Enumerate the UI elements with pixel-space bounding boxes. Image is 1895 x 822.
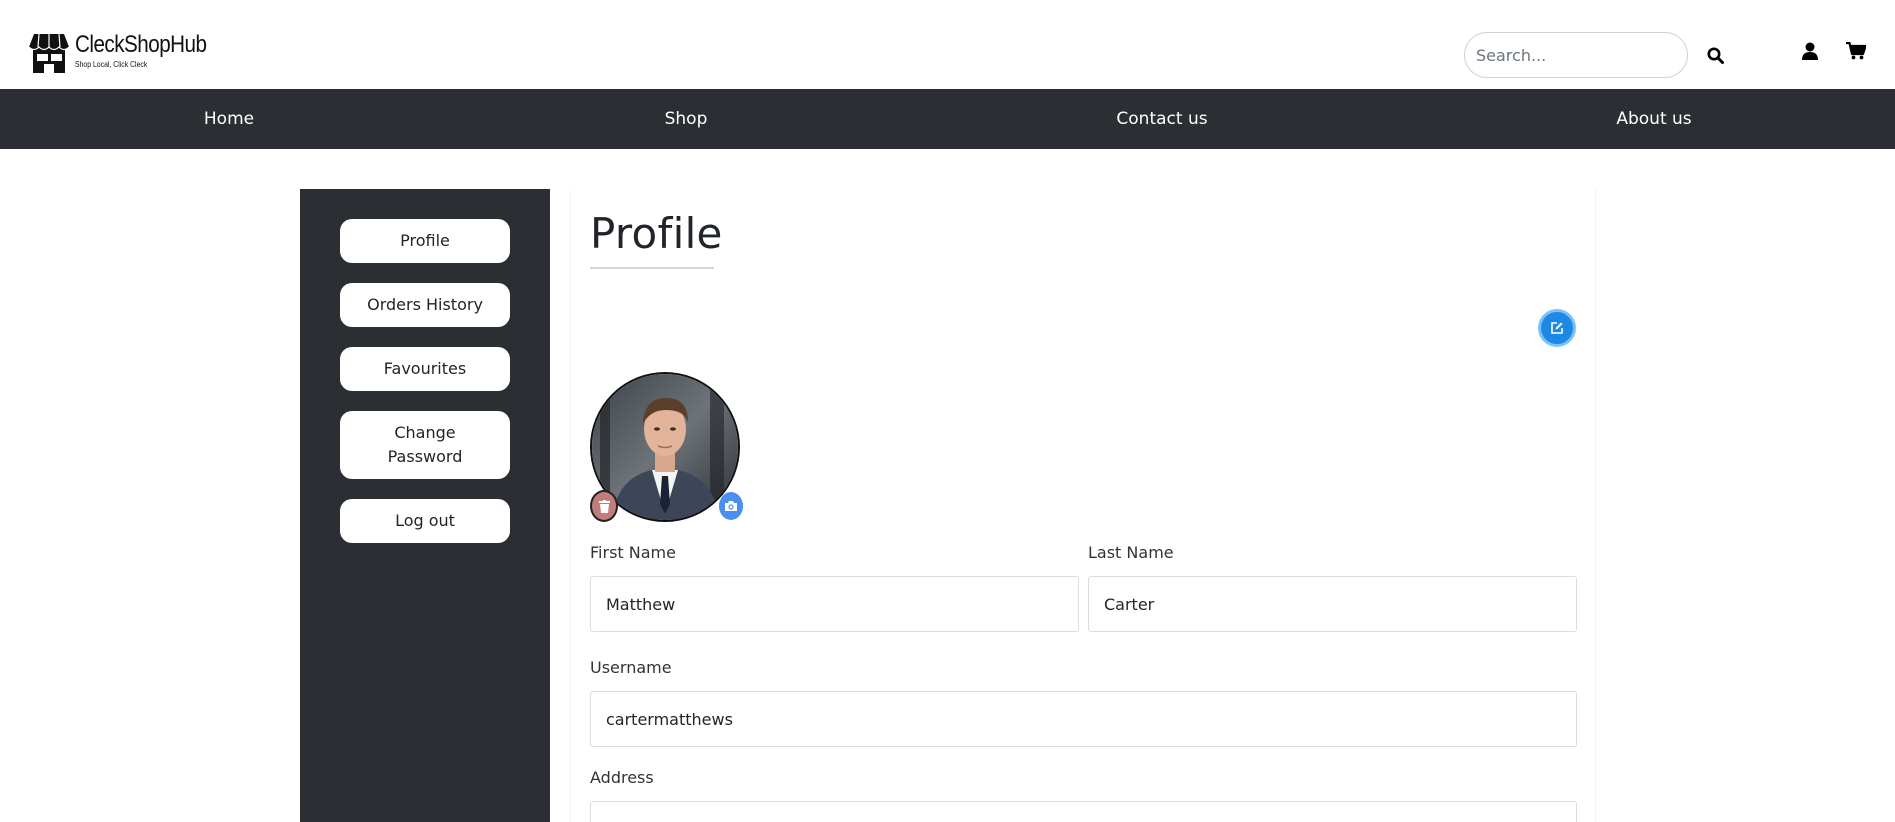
sidebar-item-log-out[interactable]: Log out [340, 499, 510, 543]
nav-contact-us[interactable]: Contact us [1116, 89, 1207, 149]
nav-shop[interactable]: Shop [665, 89, 708, 149]
cart-icon[interactable] [1845, 41, 1867, 61]
address-field[interactable] [590, 801, 1577, 822]
last-name-field[interactable] [1088, 576, 1577, 632]
sidebar-item-favourites[interactable]: Favourites [340, 347, 510, 391]
brand-tagline: Shop Local, Click Cleck [75, 60, 148, 69]
address-label: Address [590, 768, 654, 787]
username-field[interactable] [590, 691, 1577, 747]
first-name-label: First Name [590, 543, 676, 562]
search-input[interactable] [1464, 32, 1688, 78]
nav-home[interactable]: Home [204, 89, 254, 149]
first-name-field[interactable] [590, 576, 1079, 632]
brand-name: CleckShopHub [75, 31, 207, 58]
change-photo-button[interactable] [719, 492, 743, 520]
sidebar-item-change-password[interactable]: Change Password [340, 411, 510, 479]
camera-icon [725, 501, 737, 511]
avatar-section [590, 372, 743, 522]
storefront-icon [28, 33, 70, 73]
user-icon[interactable] [1800, 41, 1820, 61]
main-nav: Home Shop Contact us About us [0, 89, 1895, 149]
delete-photo-button[interactable] [590, 490, 618, 522]
search-icon[interactable] [1704, 44, 1726, 66]
sidebar-item-orders-history[interactable]: Orders History [340, 283, 510, 327]
nav-about-us[interactable]: About us [1616, 89, 1691, 149]
username-label: Username [590, 658, 672, 677]
last-name-label: Last Name [1088, 543, 1174, 562]
brand-logo[interactable]: CleckShopHub Shop Local, Click Cleck [27, 32, 228, 74]
edit-icon [1551, 322, 1563, 334]
account-sidebar: Profile Orders History Favourites Change… [300, 189, 550, 822]
page-title: Profile [590, 209, 723, 258]
edit-profile-button[interactable] [1538, 309, 1576, 347]
trash-icon [598, 499, 610, 513]
title-underline [590, 267, 714, 269]
profile-card: Profile First Name Matthew Last Name Car… [570, 189, 1596, 822]
sidebar-item-profile[interactable]: Profile [340, 219, 510, 263]
top-header: CleckShopHub Shop Local, Click Cleck [0, 0, 1895, 89]
